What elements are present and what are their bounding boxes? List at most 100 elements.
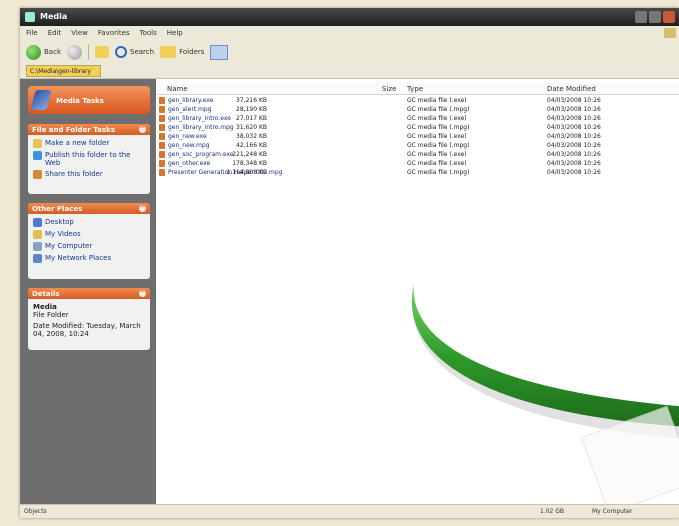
panel-header[interactable]: Other Places ^ [28, 203, 150, 214]
file-row[interactable]: gen_alert.mpg 28,190 KB GC media file (.… [157, 106, 679, 114]
file-date: 04/03/2008 10:26 [547, 124, 601, 131]
task-new-folder[interactable]: Make a new folder [33, 139, 145, 148]
file-date: 04/03/2008 10:26 [547, 160, 601, 167]
file-date: 04/03/2008 10:26 [547, 169, 601, 176]
media-file-icon [159, 133, 165, 140]
file-date: 04/03/2008 10:26 [547, 106, 601, 113]
pen-icon [30, 90, 52, 110]
chevron-up-icon[interactable]: ^ [139, 205, 146, 212]
explorer-window: Media File Edit View Favorites Tools Hel… [20, 8, 679, 518]
folder-up-icon[interactable] [95, 46, 109, 58]
address-field[interactable]: C:\Media\gen-library [26, 65, 101, 77]
place-network[interactable]: My Network Places [33, 254, 145, 263]
menu-bar: File Edit View Favorites Tools Help [20, 26, 679, 40]
file-name: gen_soc_program.exe [168, 151, 234, 158]
folder-icon [25, 12, 35, 22]
file-size: 1,114,808 KB [226, 169, 268, 176]
file-date: 04/03/2008 10:26 [547, 133, 601, 140]
desktop-icon [33, 218, 42, 227]
column-date[interactable]: Date Modified [547, 85, 596, 93]
computer-icon [33, 242, 42, 251]
place-my-videos[interactable]: My Videos [33, 230, 145, 239]
file-name: gen_new.exe [168, 133, 207, 140]
file-name: gen_library_intro.exe [168, 115, 231, 122]
back-label: Back [44, 48, 61, 56]
title-bar[interactable]: Media [20, 8, 679, 26]
media-file-icon [159, 142, 165, 149]
menu-tools[interactable]: Tools [140, 29, 157, 37]
panel-title: Other Places [32, 204, 83, 213]
panel-header[interactable]: Details ^ [28, 288, 150, 299]
file-size: 42,166 KB [236, 142, 267, 149]
status-bar: Objects 1.02 GB My Computer [20, 504, 679, 518]
status-size: 1.02 GB [540, 508, 565, 515]
file-row[interactable]: gen_library.exe 37,216 KB GC media file … [157, 97, 679, 105]
column-header: Name Size Type Date Modified [157, 83, 679, 95]
media-file-icon [159, 106, 165, 113]
menu-view[interactable]: View [71, 29, 88, 37]
file-date: 04/03/2008 10:26 [547, 115, 601, 122]
search-label: Search [130, 48, 155, 56]
file-row[interactable]: gen_other.exe 178,348 KB GC media file (… [157, 160, 679, 168]
toolbar-separator [88, 44, 89, 60]
menu-favorites[interactable]: Favorites [98, 29, 130, 37]
file-size: 27,017 KB [236, 115, 267, 122]
file-row[interactable]: gen_new.exe 38,032 KB GC media file (.ex… [157, 133, 679, 141]
detail-name: Media [33, 303, 57, 311]
views-button[interactable] [210, 44, 229, 60]
column-name[interactable]: Name [167, 85, 188, 93]
file-name: gen_other.exe [168, 160, 211, 167]
media-file-icon [159, 169, 165, 176]
column-size[interactable]: Size [382, 85, 396, 93]
file-size: 31,620 KB [236, 124, 267, 131]
place-label: My Videos [45, 230, 81, 238]
file-row[interactable]: gen_library_intro.mpg 31,620 KB GC media… [157, 124, 679, 132]
menu-help[interactable]: Help [167, 29, 183, 37]
chevron-up-icon[interactable]: ^ [139, 290, 146, 297]
file-type: GC media file (.mpg) [407, 169, 470, 176]
place-label: My Computer [45, 242, 93, 250]
search-icon [115, 46, 127, 58]
forward-button[interactable] [67, 44, 82, 60]
windows-flag-icon [664, 28, 676, 38]
close-button[interactable] [663, 11, 675, 23]
file-row[interactable]: gen_new.mpg 42,166 KB GC media file (.mp… [157, 142, 679, 150]
column-type[interactable]: Type [407, 85, 423, 93]
panel-title: File and Folder Tasks [32, 125, 115, 134]
status-text: Objects [24, 508, 47, 515]
back-button[interactable]: Back [26, 44, 61, 60]
search-button[interactable]: Search [115, 46, 154, 58]
address-bar: C:\Media\gen-library [20, 64, 679, 79]
file-size: 37,216 KB [236, 97, 267, 104]
folders-button[interactable]: Folders [160, 46, 204, 58]
file-name: gen_library_intro.mpg [168, 124, 234, 131]
task-publish-web[interactable]: Publish this folder to the Web [33, 151, 145, 167]
folders-label: Folders [179, 48, 205, 56]
media-file-icon [159, 115, 165, 122]
file-date: 04/03/2008 10:26 [547, 142, 601, 149]
file-type: GC media file (.exe) [407, 97, 467, 104]
task-share-folder[interactable]: Share this folder [33, 170, 145, 179]
chevron-up-icon[interactable]: ^ [139, 126, 146, 133]
panel-header[interactable]: File and Folder Tasks ^ [28, 124, 150, 135]
network-icon [33, 254, 42, 263]
file-row[interactable]: gen_soc_program.exe 221,248 KB GC media … [157, 151, 679, 159]
menu-file[interactable]: File [26, 29, 38, 37]
panel-title: Details [32, 289, 60, 298]
place-desktop[interactable]: Desktop [33, 218, 145, 227]
menu-edit[interactable]: Edit [48, 29, 62, 37]
file-date: 04/03/2008 10:26 [547, 97, 601, 104]
place-label: Desktop [45, 218, 74, 226]
file-name: gen_alert.mpg [168, 106, 212, 113]
place-my-computer[interactable]: My Computer [33, 242, 145, 251]
maximize-button[interactable] [649, 11, 661, 23]
minimize-button[interactable] [635, 11, 647, 23]
file-type: GC media file (.exe) [407, 115, 467, 122]
media-file-icon [159, 151, 165, 158]
back-arrow-icon [26, 44, 41, 60]
file-size: 28,190 KB [236, 106, 267, 113]
file-type: GC media file (.mpg) [407, 124, 470, 131]
file-row[interactable]: gen_library_intro.exe 27,017 KB GC media… [157, 115, 679, 123]
detail-kind: File Folder [33, 311, 69, 319]
file-row[interactable]: Presenter Generation Helper 002.mpg 1,11… [157, 169, 679, 177]
